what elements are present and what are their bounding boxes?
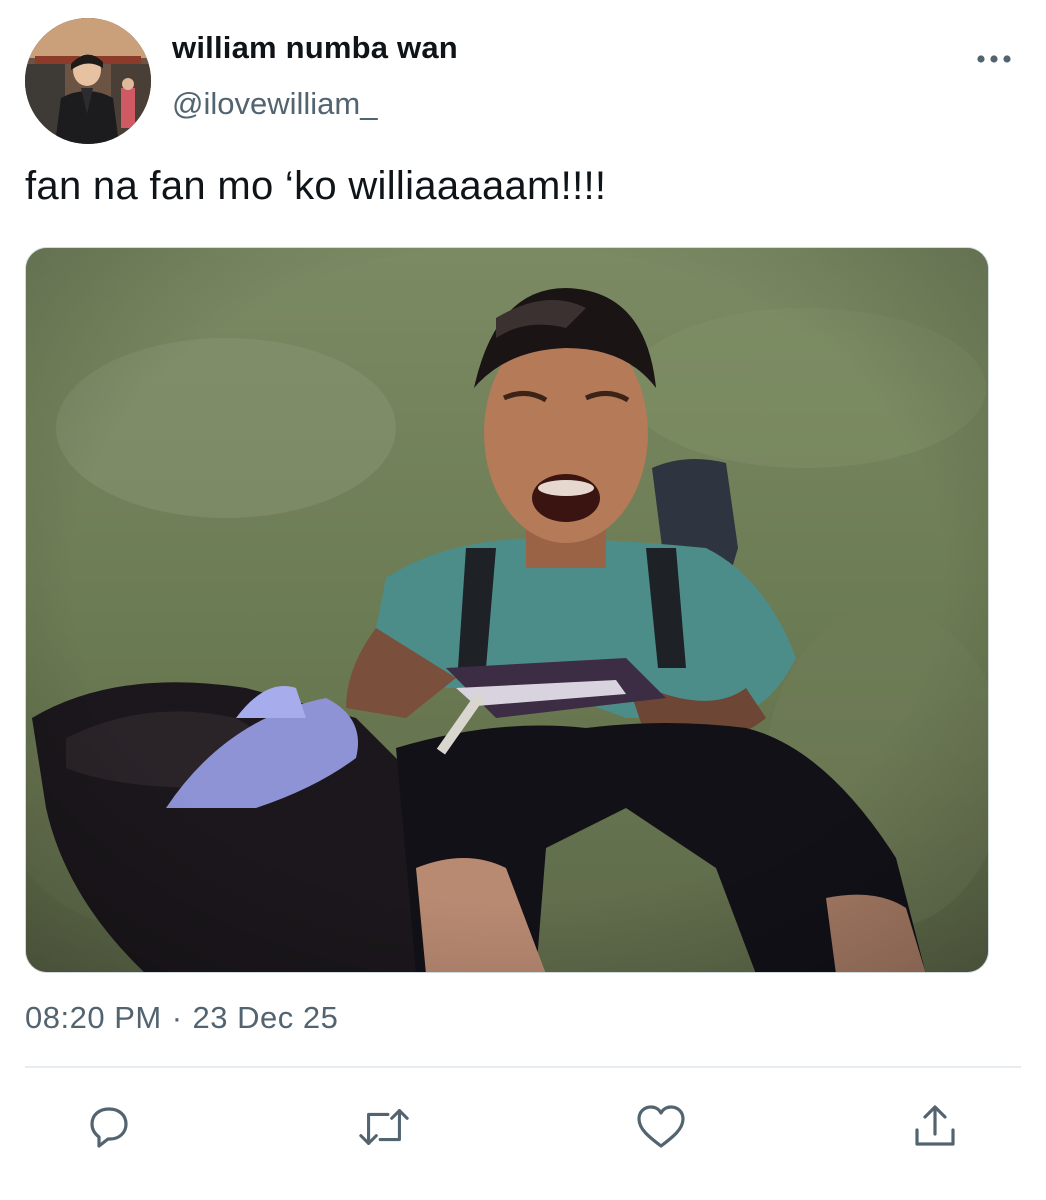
share-icon xyxy=(915,1105,955,1146)
embedded-photo xyxy=(26,248,988,972)
tweet-media[interactable] xyxy=(25,247,989,973)
avatar[interactable] xyxy=(25,18,151,144)
retweet-icon xyxy=(359,1109,409,1145)
tweet-date: 23 Dec 25 xyxy=(192,1000,339,1035)
reply-icon xyxy=(90,1107,128,1148)
more-options-button[interactable] xyxy=(972,44,1016,74)
avatar-photo xyxy=(25,18,151,144)
like-button[interactable] xyxy=(634,1100,688,1154)
tweet-text: fan na fan mo ‘ko williaaaaam!!!! xyxy=(25,164,607,208)
heart-icon xyxy=(637,1105,685,1148)
tweet-timestamp[interactable]: 08:20 PM · 23 Dec 25 xyxy=(25,1000,338,1036)
share-button[interactable] xyxy=(908,1100,962,1154)
timestamp-separator: · xyxy=(171,1000,183,1035)
retweet-button[interactable] xyxy=(357,1100,411,1154)
more-dots-icon xyxy=(977,55,1011,63)
user-handle[interactable]: @ilovewilliam_ xyxy=(172,86,377,122)
tweet-time: 08:20 PM xyxy=(25,1000,162,1035)
divider xyxy=(25,1066,1021,1068)
display-name[interactable]: william numba wan xyxy=(172,30,458,66)
reply-button[interactable] xyxy=(82,1100,136,1154)
